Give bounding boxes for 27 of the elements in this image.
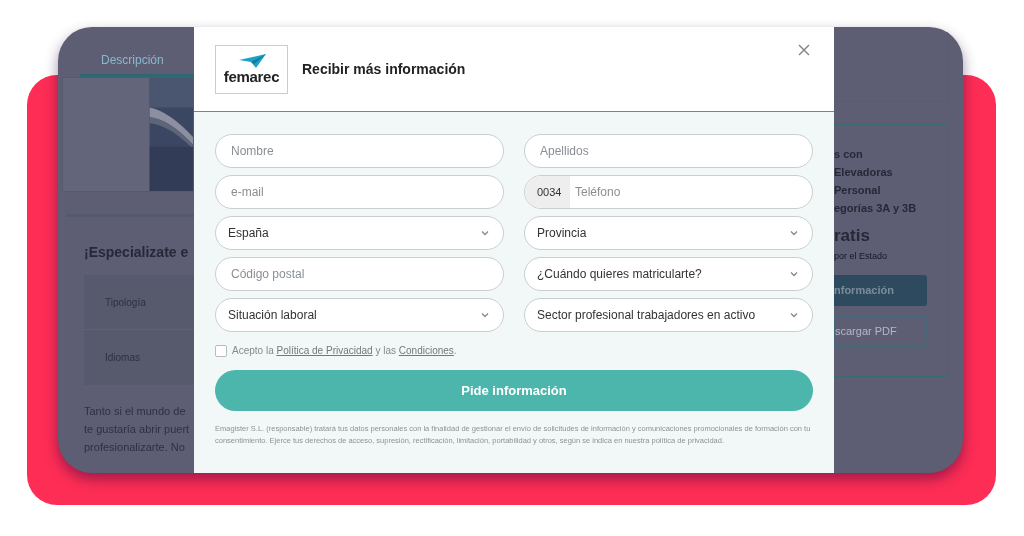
select-field[interactable]: Situación laboral (215, 298, 504, 332)
submit-button[interactable]: Pide información (215, 370, 813, 411)
select-field[interactable]: Sector profesional trabajadores en activo (524, 298, 813, 332)
consent-link[interactable]: Política de Privacidad (276, 345, 373, 356)
country-code: 0034 (525, 176, 571, 208)
consent-checkbox[interactable] (215, 344, 227, 357)
select-field[interactable]: España (215, 216, 504, 250)
logo: femarec (215, 44, 288, 94)
consent-link[interactable]: Condiciones (398, 345, 454, 356)
side-button[interactable]: scargar PDF (834, 316, 927, 347)
side-button[interactable]: nformación (834, 275, 927, 306)
course-title-line: Personal (834, 183, 882, 198)
text-field[interactable]: e-mail (215, 175, 504, 209)
select-field[interactable]: ¿Cuándo quieres matricularte? (524, 257, 813, 291)
text-field[interactable]: Nombre (215, 134, 504, 168)
course-title-line: s con (834, 147, 864, 162)
price-label: ratis (834, 225, 871, 247)
course-title-line: Elevadoras (834, 165, 894, 180)
price-note: por el Estado (834, 249, 889, 263)
text-field[interactable]: Apellidos (524, 134, 813, 168)
select-field[interactable]: Provincia (524, 216, 813, 250)
close-icon[interactable] (798, 44, 810, 56)
section-heading: ¡Especializate e (84, 243, 190, 262)
course-title-line: egorías 3A y 3B (834, 201, 918, 216)
modal-title: Recibir más información (302, 59, 466, 79)
text-field[interactable]: Código postal (215, 257, 504, 291)
consent-text: Acepto la Política de Privacidad y las Condiciones. (232, 344, 457, 358)
